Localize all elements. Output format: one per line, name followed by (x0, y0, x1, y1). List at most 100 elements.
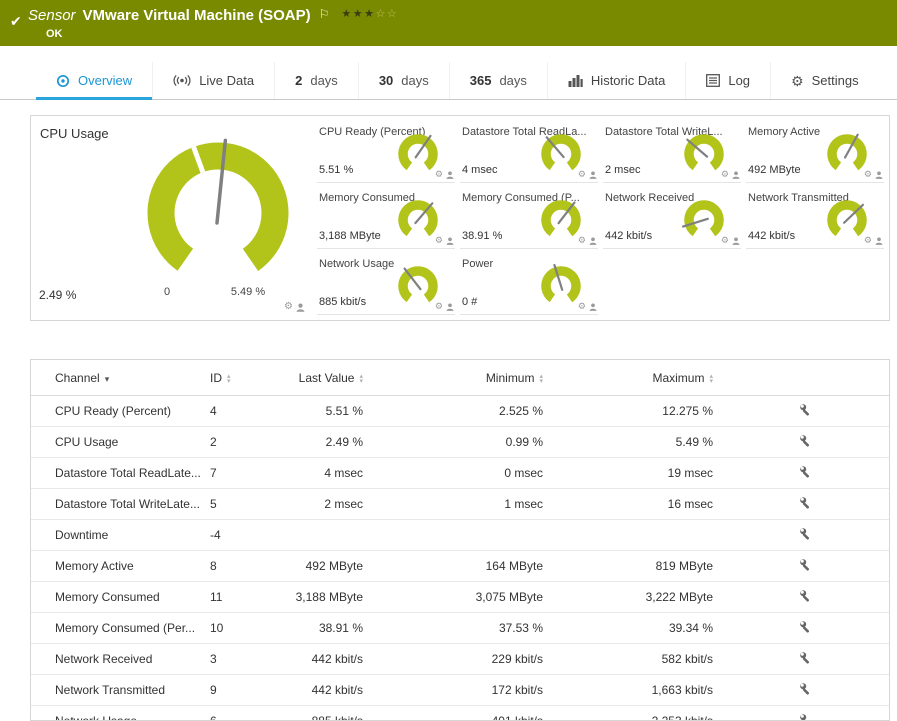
channel-settings-gear-icon[interactable]: ⚙ (435, 170, 443, 179)
tab-2-days[interactable]: 2 days (274, 62, 358, 99)
gauge-value: 3,188 MByte (319, 230, 381, 242)
tab-historic-data[interactable]: Historic Data (546, 62, 685, 99)
channel-table: Channel ▾ ID ▴ ▾ Last Value ▴ ▾ Minimum ▴ ▾ Max… (31, 360, 889, 720)
small-gauge-datastore-read: Datastore Total ReadLa... 4 msec ⚙ (460, 124, 598, 183)
tab-log[interactable]: Log (685, 62, 770, 99)
user-access-icon[interactable] (589, 303, 597, 311)
channel-name-cell: CPU Usage (31, 426, 204, 458)
tab-live-data[interactable]: Live Data (152, 62, 274, 99)
column-label: Last Value (298, 371, 355, 385)
user-access-icon[interactable] (446, 237, 454, 245)
priority-flag-icon[interactable]: ⚐ (319, 7, 330, 21)
sort-icon: ▴ ▾ (539, 372, 543, 385)
tab-bar: Overview Live Data 2 days 30 days 365 da… (0, 62, 897, 100)
maximum-cell: 1,663 kbit/s (551, 674, 721, 706)
user-access-icon[interactable] (589, 237, 597, 245)
edit-channel-wrench-icon[interactable] (799, 496, 812, 512)
user-access-icon[interactable] (875, 237, 883, 245)
maximum-cell: 39.34 % (551, 612, 721, 644)
user-access-icon[interactable] (446, 303, 454, 311)
column-header-minimum[interactable]: Minimum ▴ ▾ (371, 360, 551, 396)
edit-channel-wrench-icon[interactable] (799, 651, 812, 667)
user-access-icon[interactable] (296, 303, 305, 312)
tab-label: days (310, 73, 338, 88)
user-access-icon[interactable] (732, 171, 740, 179)
tab-30-days[interactable]: 30 days (357, 62, 449, 99)
last-value-cell: 885 kbit/s (289, 705, 371, 720)
channel-settings-gear-icon[interactable]: ⚙ (864, 236, 872, 245)
channel-settings-gear-icon[interactable]: ⚙ (578, 170, 586, 179)
maximum-cell: 819 MByte (551, 550, 721, 582)
user-access-icon[interactable] (589, 171, 597, 179)
table-row: CPU Ready (Percent) 4 5.51 % 2.525 % 12.… (31, 396, 889, 427)
last-value-cell: 38.91 % (289, 612, 371, 644)
edit-channel-wrench-icon[interactable] (799, 403, 812, 419)
tab-number: 30 (378, 73, 394, 88)
channel-name-cell: Memory Consumed (Per... (31, 612, 204, 644)
maximum-cell: 3,222 MByte (551, 581, 721, 613)
minimum-cell: 401 kbit/s (371, 705, 551, 720)
column-header-maximum[interactable]: Maximum ▴ ▾ (551, 360, 721, 396)
user-access-icon[interactable] (732, 237, 740, 245)
edit-channel-wrench-icon[interactable] (799, 465, 812, 481)
channel-id-cell: 7 (204, 457, 289, 489)
edit-channel-wrench-icon[interactable] (799, 527, 812, 543)
channel-settings-gear-icon[interactable]: ⚙ (435, 236, 443, 245)
last-value-cell: 2 msec (289, 488, 371, 520)
tab-label: Overview (78, 73, 133, 88)
table-row: Network Transmitted 9 442 kbit/s 172 kbi… (31, 674, 889, 706)
column-label: Channel (55, 371, 100, 385)
channel-settings-gear-icon[interactable]: ⚙ (721, 170, 729, 179)
channel-settings-gear-icon[interactable]: ⚙ (721, 236, 729, 245)
tab-label: Live Data (199, 73, 255, 88)
minimum-cell: 0.99 % (371, 426, 551, 458)
channel-id-cell: 5 (204, 488, 289, 520)
table-row: Memory Consumed (Per... 10 38.91 % 37.53… (31, 612, 889, 644)
small-gauge-memory-consumed: Memory Consumed 3,188 MByte ⚙ (317, 190, 455, 249)
channel-settings-gear-icon[interactable]: ⚙ (864, 170, 872, 179)
maximum-cell: 582 kbit/s (551, 643, 721, 675)
column-header-id[interactable]: ID ▴ ▾ (204, 360, 289, 396)
user-access-icon[interactable] (875, 171, 883, 179)
tab-overview[interactable]: Overview (36, 62, 153, 100)
minimum-cell: 172 kbit/s (371, 674, 551, 706)
channel-name-cell: Memory Active (31, 550, 204, 582)
tab-365-days[interactable]: 365 days (448, 62, 547, 99)
cpu-usage-gauge-dial (143, 138, 293, 288)
minimum-cell: 3,075 MByte (371, 581, 551, 613)
column-header-channel[interactable]: Channel ▾ (31, 360, 204, 396)
channel-settings-gear-icon[interactable]: ⚙ (578, 302, 586, 311)
channel-id-cell: 2 (204, 426, 289, 458)
edit-channel-wrench-icon[interactable] (799, 682, 812, 698)
gauge-mini-icons: ⚙ (721, 236, 740, 245)
tab-label: Settings (811, 73, 859, 88)
channel-settings-gear-icon[interactable]: ⚙ (578, 236, 586, 245)
column-header-last-value[interactable]: Last Value ▴ ▾ (289, 360, 371, 396)
priority-stars[interactable]: ★★★☆☆ (341, 7, 398, 20)
gauge-mini-icons: ⚙ (284, 302, 305, 312)
gauge-mini-icons: ⚙ (864, 170, 883, 179)
edit-channel-wrench-icon[interactable] (799, 713, 812, 720)
last-value-cell: 4 msec (289, 457, 371, 489)
gauge-value: 442 kbit/s (605, 230, 653, 242)
channel-settings-gear-icon[interactable]: ⚙ (435, 302, 443, 311)
small-gauge-memory-active: Memory Active 492 MByte ⚙ (746, 124, 884, 183)
tab-settings[interactable]: ⚙ Settings (770, 62, 879, 99)
edit-channel-wrench-icon[interactable] (799, 558, 812, 574)
gauge-mini-icons: ⚙ (721, 170, 740, 179)
small-gauge-network-received: Network Received 442 kbit/s ⚙ (603, 190, 741, 249)
edit-channel-wrench-icon[interactable] (799, 589, 812, 605)
last-value-cell: 5.51 % (325, 404, 363, 418)
sensor-header: ✔ Sensor VMware Virtual Machine (SOAP) ⚐… (0, 0, 897, 46)
column-label: ID (210, 371, 222, 385)
gauge-mini-icons: ⚙ (435, 302, 454, 311)
user-access-icon[interactable] (446, 171, 454, 179)
edit-channel-wrench-icon[interactable] (799, 620, 812, 636)
gauge-mini-icons: ⚙ (578, 170, 597, 179)
channel-settings-gear-icon[interactable]: ⚙ (284, 302, 293, 312)
gauge-min-label: 0 (163, 286, 171, 298)
edit-channel-wrench-icon[interactable] (799, 434, 812, 450)
table-row: Downtime -4 (31, 519, 889, 551)
stars-filled: ★★★ (341, 8, 376, 20)
channel-id-cell: 6 (204, 705, 289, 720)
